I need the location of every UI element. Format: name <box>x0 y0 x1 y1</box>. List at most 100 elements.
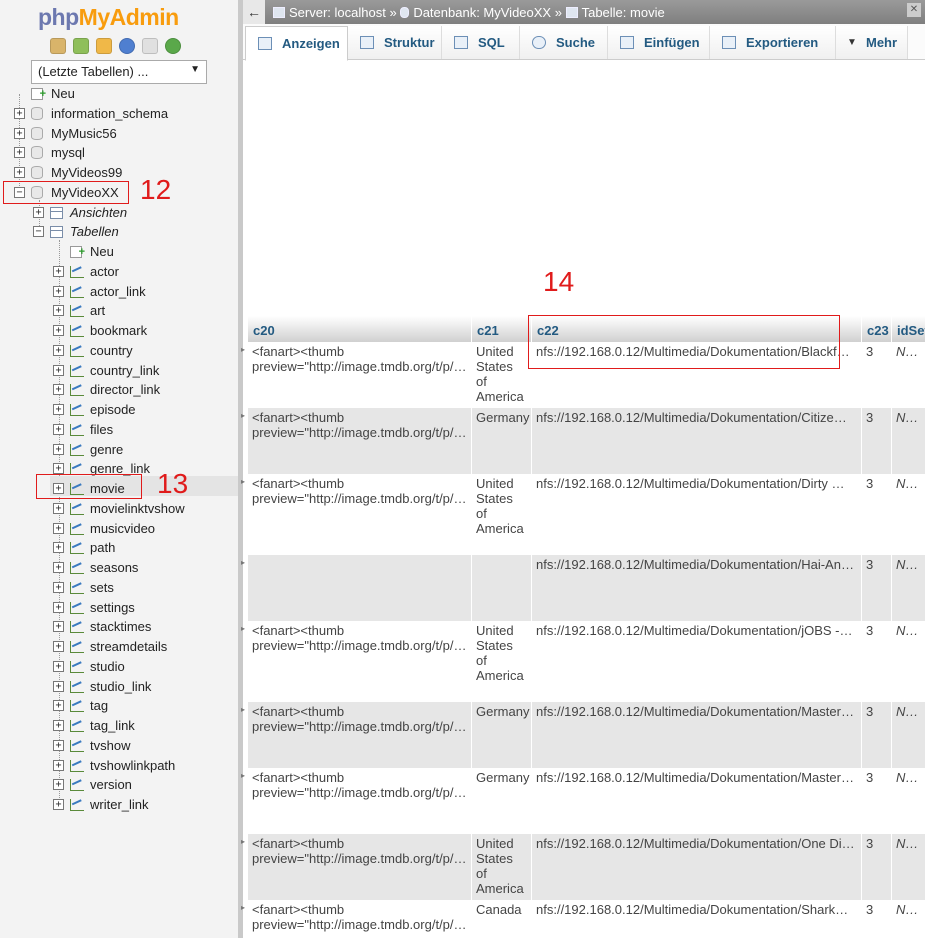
tree-item-table-tag_link[interactable]: + tag_link <box>0 716 238 736</box>
tree-item-table-genre[interactable]: + genre <box>0 440 238 460</box>
expand-icon[interactable]: + <box>14 147 25 158</box>
table-cell[interactable]: nfs://192.168.0.12/Multimedia/Dokumentat… <box>532 474 862 555</box>
table-cell[interactable]: <fanart><thumb preview="http://image.tmd… <box>248 768 472 834</box>
table-cell[interactable]: <fanart><thumb preview="http://image.tmd… <box>248 408 472 474</box>
tree-item-db-myvideos99[interactable]: + MyVideos99 <box>0 163 238 183</box>
column-header-idset[interactable]: idSet <box>892 316 925 342</box>
table-cell[interactable]: United States of America <box>472 834 532 900</box>
expand-icon[interactable]: + <box>53 463 64 474</box>
tab-export[interactable]: Exportieren <box>710 26 836 59</box>
table-cell[interactable]: Germany <box>472 702 532 768</box>
table-cell[interactable]: nfs://192.168.0.12/Multimedia/Dokumentat… <box>532 555 862 621</box>
tab-more[interactable]: ▼ Mehr <box>836 26 908 59</box>
tree-item-table-studio_link[interactable]: + studio_link <box>0 677 238 697</box>
tab-browse[interactable]: Anzeigen <box>245 26 348 61</box>
panel-splitter[interactable] <box>238 0 243 938</box>
tab-structure[interactable]: Struktur <box>348 26 442 59</box>
tree-item-views[interactable]: + Ansichten <box>0 203 238 223</box>
table-cell[interactable]: 3 <box>862 621 892 702</box>
recent-tables-select[interactable]: (Letzte Tabellen) ... ▼ <box>31 60 207 84</box>
table-cell[interactable]: <fanart><thumb preview="http://image.tmd… <box>248 474 472 555</box>
logout-icon[interactable] <box>73 38 89 54</box>
expand-icon[interactable]: + <box>53 404 64 415</box>
expand-icon[interactable]: + <box>53 700 64 711</box>
table-cell[interactable]: <fanart><thumb preview="http://image.tmd… <box>248 834 472 900</box>
tree-item-table-movielinktvshow[interactable]: + movielinktvshow <box>0 499 238 519</box>
expand-icon[interactable]: + <box>53 602 64 613</box>
table-cell[interactable]: 3 <box>862 555 892 621</box>
table-cell[interactable]: <fanart><thumb preview="http://image.tmd… <box>248 621 472 702</box>
tree-item-table-country_link[interactable]: + country_link <box>0 361 238 381</box>
tree-item-tables[interactable]: − Tabellen <box>0 222 238 242</box>
expand-icon[interactable]: + <box>53 542 64 553</box>
tree-item-new-table[interactable]: Neu <box>0 242 238 262</box>
tree-item-table-path[interactable]: + path <box>0 538 238 558</box>
tree-item-table-streamdetails[interactable]: + streamdetails <box>0 637 238 657</box>
tree-item-table-musicvideo[interactable]: + musicvideo <box>0 519 238 539</box>
tree-item-table-episode[interactable]: + episode <box>0 400 238 420</box>
table-cell[interactable]: nfs://192.168.0.12/Multimedia/Dokumentat… <box>532 834 862 900</box>
tree-item-db-information_schema[interactable]: + information_schema <box>0 104 238 124</box>
table-cell[interactable]: NULL <box>892 474 925 555</box>
table-cell[interactable]: Germany <box>472 408 532 474</box>
column-header-c23[interactable]: c23 <box>862 316 892 342</box>
table-cell[interactable]: Germany <box>472 768 532 834</box>
expand-icon[interactable]: + <box>53 799 64 810</box>
expand-icon[interactable]: + <box>53 266 64 277</box>
reload-icon[interactable] <box>165 38 181 54</box>
table-cell[interactable]: 3 <box>862 342 892 408</box>
column-header-c21[interactable]: c21 <box>472 316 532 342</box>
expand-icon[interactable]: + <box>53 641 64 652</box>
table-cell[interactable]: NULL <box>892 702 925 768</box>
tree-item-table-director_link[interactable]: + director_link <box>0 380 238 400</box>
expand-icon[interactable]: + <box>53 582 64 593</box>
tree-item-table-stacktimes[interactable]: + stacktimes <box>0 617 238 637</box>
table-cell[interactable]: <fanart><thumb preview="http://image.tmd… <box>248 342 472 408</box>
collapse-icon[interactable]: − <box>33 226 44 237</box>
tree-item-table-actor_link[interactable]: + actor_link <box>0 282 238 302</box>
tab-search[interactable]: Suche <box>520 26 608 59</box>
table-cell[interactable]: United States of America <box>472 342 532 408</box>
tree-item-table-sets[interactable]: + sets <box>0 578 238 598</box>
table-cell[interactable]: 3 <box>862 768 892 834</box>
table-cell[interactable]: NULL <box>892 342 925 408</box>
expand-icon[interactable]: + <box>53 621 64 632</box>
expand-icon[interactable]: + <box>53 760 64 771</box>
tree-item-table-tag[interactable]: + tag <box>0 696 238 716</box>
table-cell[interactable]: 3 <box>862 900 892 950</box>
table-cell[interactable]: NULL <box>892 768 925 834</box>
table-cell[interactable]: NULL <box>892 555 925 621</box>
table-cell[interactable]: NULL <box>892 900 925 950</box>
tree-item-table-tvshowlinkpath[interactable]: + tvshowlinkpath <box>0 756 238 776</box>
close-icon[interactable]: ✕ <box>907 3 921 17</box>
tree-item-table-actor[interactable]: + actor <box>0 262 238 282</box>
tree-item-table-files[interactable]: + files <box>0 420 238 440</box>
tree-item-table-seasons[interactable]: + seasons <box>0 558 238 578</box>
table-cell[interactable]: Canada <box>472 900 532 950</box>
breadcrumb-table[interactable]: Tabelle: movie <box>582 5 665 20</box>
tree-item-table-version[interactable]: + version <box>0 775 238 795</box>
expand-icon[interactable]: + <box>14 108 25 119</box>
table-cell[interactable]: nfs://192.168.0.12/Multimedia/Dokumentat… <box>532 408 862 474</box>
table-cell[interactable]: United States of America <box>472 621 532 702</box>
help-icon[interactable] <box>119 38 135 54</box>
tree-item-table-country[interactable]: + country <box>0 341 238 361</box>
table-cell[interactable]: NULL <box>892 408 925 474</box>
tree-item-table-writer_link[interactable]: + writer_link <box>0 795 238 815</box>
table-cell[interactable]: nfs://192.168.0.12/Multimedia/Dokumentat… <box>532 768 862 834</box>
expand-icon[interactable]: + <box>33 207 44 218</box>
expand-icon[interactable]: + <box>53 286 64 297</box>
expand-icon[interactable]: + <box>53 365 64 376</box>
tab-insert[interactable]: Einfügen <box>608 26 710 59</box>
collapse-nav-button[interactable]: ← <box>243 0 265 24</box>
sql-icon[interactable] <box>96 38 112 54</box>
table-cell[interactable]: NULL <box>892 621 925 702</box>
expand-icon[interactable]: + <box>53 779 64 790</box>
table-cell[interactable]: <fanart><thumb preview="http://image.tmd… <box>248 900 472 950</box>
table-cell[interactable]: nfs://192.168.0.12/Multimedia/Dokumentat… <box>532 702 862 768</box>
tab-sql[interactable]: SQL <box>442 26 520 59</box>
table-cell[interactable] <box>472 555 532 621</box>
expand-icon[interactable]: + <box>14 128 25 139</box>
tree-item-table-tvshow[interactable]: + tvshow <box>0 736 238 756</box>
expand-icon[interactable]: + <box>53 424 64 435</box>
